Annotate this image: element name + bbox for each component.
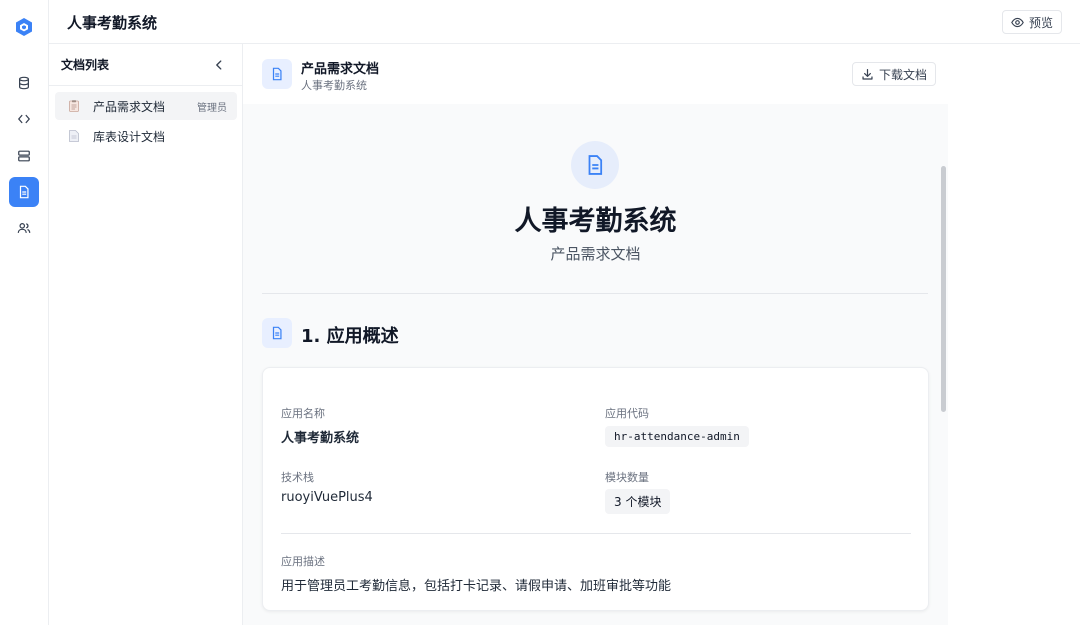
card-divider bbox=[281, 533, 911, 534]
main-content: 产品需求文档 人事考勤系统 下载文档 人事考勤系统 产品需求文档 1. 应用概述… bbox=[243, 44, 1080, 625]
admin-badge: 管理员 bbox=[197, 102, 227, 114]
app-name-value: 人事考勤系统 bbox=[281, 431, 360, 446]
download-label: 下载文档 bbox=[879, 67, 928, 82]
app-title: 人事考勤系统 bbox=[67, 14, 158, 32]
document-header: 产品需求文档 人事考勤系统 下载文档 bbox=[243, 44, 948, 104]
preview-button[interactable]: 预览 bbox=[1001, 10, 1062, 34]
scrollbar[interactable] bbox=[941, 166, 946, 412]
document-icon bbox=[272, 67, 282, 81]
module-count-value: 3 个模块 bbox=[605, 489, 671, 514]
section-icon bbox=[262, 318, 292, 348]
top-bar: 人事考勤系统 预览 bbox=[49, 0, 1080, 44]
document-list-title: 文档列表 bbox=[61, 58, 110, 72]
nav-documents-button[interactable] bbox=[9, 177, 39, 207]
document-header-icon bbox=[262, 59, 292, 89]
document-icon bbox=[19, 185, 29, 199]
document-header-title: 产品需求文档 bbox=[301, 62, 380, 77]
nav-server-button[interactable] bbox=[9, 141, 39, 171]
nav-users-button[interactable] bbox=[9, 213, 39, 243]
eye-icon bbox=[1011, 17, 1024, 27]
app-code-value: hr-attendance-admin bbox=[605, 426, 749, 447]
document-icon bbox=[588, 155, 603, 175]
description-label: 应用描述 bbox=[281, 555, 325, 568]
app-logo-icon[interactable] bbox=[14, 17, 34, 37]
code-icon bbox=[18, 114, 30, 124]
page-icon bbox=[69, 130, 79, 142]
document-cover-icon bbox=[571, 141, 619, 189]
overview-card: 应用名称 人事考勤系统 应用代码 hr-attendance-admin 技术栈… bbox=[262, 367, 929, 611]
doc-item-label: 产品需求文档 bbox=[93, 99, 166, 114]
icon-rail bbox=[0, 0, 49, 625]
clipboard-icon bbox=[69, 100, 79, 112]
divider bbox=[262, 293, 928, 294]
preview-label: 预览 bbox=[1028, 15, 1053, 30]
app-name-label: 应用名称 bbox=[281, 407, 325, 420]
chevron-left-icon[interactable] bbox=[212, 58, 226, 72]
doc-item-product-requirements[interactable]: 产品需求文档 管理员 bbox=[55, 92, 237, 120]
document-header-subtitle: 人事考勤系统 bbox=[301, 79, 367, 92]
module-count-label: 模块数量 bbox=[605, 471, 649, 484]
nav-database-button[interactable] bbox=[9, 68, 39, 98]
doc-item-label: 库表设计文档 bbox=[93, 129, 166, 144]
document-list-header: 文档列表 bbox=[49, 44, 242, 86]
nav-code-button[interactable] bbox=[9, 104, 39, 134]
download-icon bbox=[862, 68, 873, 80]
document-list-panel: 文档列表 产品需求文档 管理员 库表设计文档 bbox=[49, 44, 243, 625]
database-icon bbox=[19, 76, 29, 90]
document-title: 人事考勤系统 bbox=[514, 206, 677, 237]
document-icon bbox=[272, 326, 282, 340]
document-subtitle: 产品需求文档 bbox=[550, 245, 641, 263]
tech-stack-value: ruoyiVuePlus4 bbox=[281, 490, 373, 505]
tech-stack-label: 技术栈 bbox=[281, 471, 314, 484]
app-code-label: 应用代码 bbox=[605, 407, 649, 420]
description-value: 用于管理员工考勤信息，包括打卡记录、请假申请、加班审批等功能 bbox=[281, 579, 672, 594]
users-icon bbox=[17, 223, 31, 233]
server-icon bbox=[18, 150, 30, 162]
section-title: 1. 应用概述 bbox=[301, 326, 399, 347]
doc-item-schema-design[interactable]: 库表设计文档 bbox=[55, 122, 237, 150]
download-button[interactable]: 下载文档 bbox=[852, 62, 937, 86]
document-preview[interactable]: 人事考勤系统 产品需求文档 1. 应用概述 应用名称 人事考勤系统 应用代码 h… bbox=[243, 104, 948, 625]
